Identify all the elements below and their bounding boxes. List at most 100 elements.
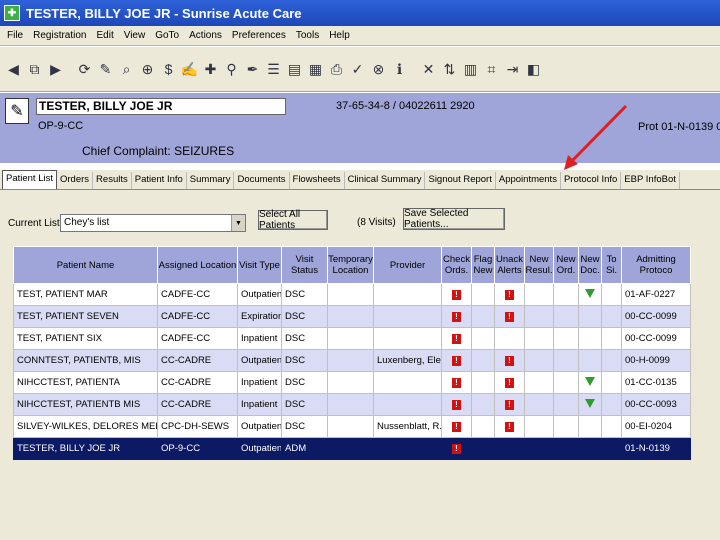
- menu-tools[interactable]: Tools: [296, 30, 319, 41]
- dollar-icon[interactable]: $: [159, 58, 178, 80]
- alert-icon[interactable]: !: [452, 400, 461, 410]
- alert-icon[interactable]: !: [505, 378, 514, 388]
- alert-icon[interactable]: !: [452, 334, 461, 344]
- column-header[interactable]: Check Ords.: [441, 246, 472, 284]
- table-row[interactable]: NIHCCTEST, PATIENTA CC-CADRE Inpatient DSC!…: [13, 371, 691, 394]
- table-row[interactable]: TESTER, BILLY JOE JR OP-9-CC Outpatient ADM…: [13, 437, 691, 460]
- menu-file[interactable]: File: [7, 30, 23, 41]
- lock-icon[interactable]: ⊗: [369, 58, 388, 80]
- column-header[interactable]: Flag New: [471, 246, 495, 284]
- table-row[interactable]: NIHCCTEST, PATIENTB MIS CC-CADRE Inpatient…: [13, 393, 691, 416]
- column-header[interactable]: Assigned Location: [157, 246, 238, 284]
- cell-newdoc: [578, 437, 602, 460]
- cell-name: NIHCCTEST, PATIENTA: [13, 371, 158, 394]
- new-document-icon[interactable]: [585, 376, 595, 386]
- note-icon[interactable]: ✍: [180, 58, 199, 80]
- table-row[interactable]: TEST, PATIENT SEVEN CADFE-CC Expiration DSC…: [13, 305, 691, 328]
- tab-signout-report[interactable]: Signout Report: [425, 172, 496, 189]
- new-document-icon[interactable]: [585, 288, 595, 298]
- grid-icon[interactable]: ⌗: [482, 58, 501, 80]
- table-row[interactable]: SILVEY-WILKES, DELORES MER... CPC-DH-SEWS…: [13, 415, 691, 438]
- column-header[interactable]: Patient Name: [13, 246, 158, 284]
- tab-appointments[interactable]: Appointments: [496, 172, 561, 189]
- alert-icon[interactable]: !: [505, 422, 514, 432]
- package-icon[interactable]: ◧: [524, 58, 543, 80]
- patient-grid: Patient Name Assigned Location Visit Type V…: [13, 246, 691, 460]
- cell-status: DSC: [281, 327, 328, 350]
- alert-icon[interactable]: !: [452, 378, 461, 388]
- alert-icon[interactable]: !: [505, 312, 514, 322]
- column-header[interactable]: New Ord.: [553, 246, 579, 284]
- menu-registration[interactable]: Registration: [33, 30, 86, 41]
- tab-flowsheets[interactable]: Flowsheets: [290, 172, 345, 189]
- chart-icon[interactable]: ▤: [285, 58, 304, 80]
- new-document-icon[interactable]: [585, 398, 595, 408]
- tab-summary[interactable]: Summary: [187, 172, 235, 189]
- patient-chart-icon[interactable]: ✎: [5, 98, 29, 124]
- menu-edit[interactable]: Edit: [96, 30, 113, 41]
- cell-newdoc: [578, 349, 602, 372]
- tab-ebp-infobot[interactable]: EBP InfoBot: [621, 172, 680, 189]
- column-header[interactable]: New Resul.: [524, 246, 554, 284]
- signature-icon[interactable]: ✓: [348, 58, 367, 80]
- column-header[interactable]: Temporary Location: [327, 246, 374, 284]
- refresh-icon[interactable]: ⟳: [75, 58, 94, 80]
- menu-goto[interactable]: GoTo: [155, 30, 179, 41]
- cell-proto: 00-EI-0204: [621, 415, 691, 438]
- alert-icon[interactable]: !: [452, 356, 461, 366]
- current-list-select[interactable]: Chey's list ▼: [60, 214, 246, 232]
- pin-icon[interactable]: ✚: [201, 58, 220, 80]
- chevron-down-icon[interactable]: ▼: [231, 215, 245, 231]
- order-icon[interactable]: ✎: [96, 58, 115, 80]
- flowsheet-icon[interactable]: ▥: [461, 58, 480, 80]
- column-header[interactable]: Admitting Protoco: [621, 246, 691, 284]
- column-header[interactable]: Provider: [373, 246, 442, 284]
- table-row[interactable]: TEST, PATIENT SIX CADFE-CC Inpatient DSC! 00…: [13, 327, 691, 350]
- print-icon[interactable]: ⎙: [327, 58, 346, 80]
- column-header[interactable]: To Si.: [601, 246, 622, 284]
- tab-orders[interactable]: Orders: [57, 172, 94, 189]
- walk-icon[interactable]: ⚲: [222, 58, 241, 80]
- select-all-patients-button[interactable]: Select All Patients: [258, 209, 328, 231]
- forward-arrow-icon[interactable]: ▶: [46, 58, 65, 80]
- alert-icon[interactable]: !: [505, 400, 514, 410]
- menu-actions[interactable]: Actions: [189, 30, 222, 41]
- list-icon[interactable]: ☰: [264, 58, 283, 80]
- tab-protocol-info[interactable]: Protocol Info: [561, 172, 622, 189]
- pen-icon[interactable]: ✒: [243, 58, 262, 80]
- zoom-icon[interactable]: ⊕: [138, 58, 157, 80]
- cell-tosi: [601, 371, 622, 394]
- column-header[interactable]: New Doc.: [578, 246, 602, 284]
- alert-icon[interactable]: !: [452, 312, 461, 322]
- cell-check: !: [441, 327, 472, 350]
- menu-view[interactable]: View: [124, 30, 146, 41]
- search-icon[interactable]: ⌕: [117, 58, 136, 80]
- cell-status: ADM: [281, 437, 328, 460]
- column-header[interactable]: Unack Alerts: [494, 246, 525, 284]
- tab-results[interactable]: Results: [93, 172, 132, 189]
- document-icon[interactable]: ▦: [306, 58, 325, 80]
- alert-icon[interactable]: !: [452, 290, 461, 300]
- tab-clinical-summary[interactable]: Clinical Summary: [345, 172, 426, 189]
- menu-help[interactable]: Help: [329, 30, 350, 41]
- column-header[interactable]: Visit Status: [281, 246, 328, 284]
- alert-icon[interactable]: !: [452, 444, 461, 454]
- menu-preferences[interactable]: Preferences: [232, 30, 286, 41]
- column-header[interactable]: Visit Type: [237, 246, 282, 284]
- cell-neword: [553, 327, 579, 350]
- table-row[interactable]: CONNTEST, PATIENTB, MIS CC-CADRE Outpatien…: [13, 349, 691, 372]
- back-arrow-icon[interactable]: ◀: [4, 58, 23, 80]
- save-selected-patients-button[interactable]: Save Selected Patients...: [403, 208, 505, 230]
- alert-icon[interactable]: !: [505, 356, 514, 366]
- alert-icon[interactable]: !: [505, 290, 514, 300]
- exit-icon[interactable]: ⇥: [503, 58, 522, 80]
- alert-icon[interactable]: !: [452, 422, 461, 432]
- info-icon[interactable]: ℹ: [390, 58, 409, 80]
- tab-patient-info[interactable]: Patient Info: [132, 172, 187, 189]
- cancel-icon[interactable]: ✕: [419, 58, 438, 80]
- sort-icon[interactable]: ⇅: [440, 58, 459, 80]
- tab-documents[interactable]: Documents: [234, 172, 290, 189]
- forward-pages-icon[interactable]: ⧉: [25, 58, 44, 80]
- table-row[interactable]: TEST, PATIENT MAR CADFE-CC Outpatient DSC!!…: [13, 283, 691, 306]
- tab-patient-list[interactable]: Patient List: [2, 170, 57, 189]
